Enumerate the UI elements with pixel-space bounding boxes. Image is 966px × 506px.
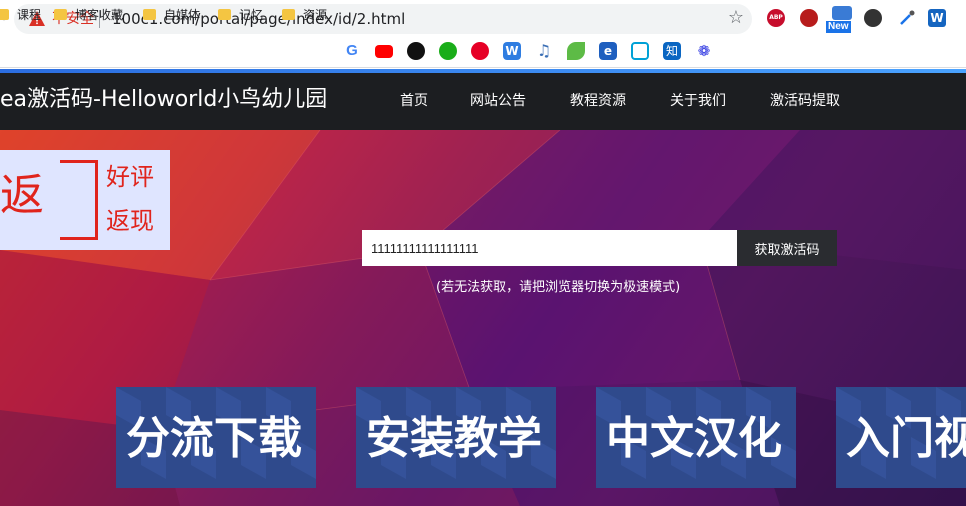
bookmark-folder-memory[interactable]: 记忆 xyxy=(218,6,263,24)
tile-label: 中文汉化 xyxy=(606,413,782,464)
badge-return-char: 返 xyxy=(0,170,44,221)
youtube-icon[interactable] xyxy=(375,45,393,58)
screen-capture-icon[interactable] xyxy=(832,6,852,20)
google-icon[interactable]: G xyxy=(343,42,361,60)
tile-chinese-localization[interactable]: 中文汉化 xyxy=(596,387,796,488)
leaf-icon[interactable] xyxy=(567,42,585,60)
tile-label: 安装教学 xyxy=(366,413,542,464)
bookmark-folder-course[interactable]: 课程 xyxy=(0,6,41,24)
wechat-icon[interactable] xyxy=(439,42,457,60)
bookmark-folder-resources[interactable]: 资源 xyxy=(282,6,327,24)
incognito-mask-icon[interactable] xyxy=(864,9,882,27)
badge-line1: 好评 xyxy=(106,163,154,191)
badge-ticket-frame xyxy=(60,160,98,240)
tile-install-tutorial[interactable]: 安装教学 xyxy=(356,387,556,488)
netease-music-icon[interactable] xyxy=(471,42,489,60)
nav-get-code[interactable]: 激活码提取 xyxy=(770,91,840,111)
edge-icon[interactable]: e xyxy=(599,42,617,60)
bookmark-star-icon[interactable]: ☆ xyxy=(726,8,746,28)
tile-intro-video[interactable]: 入门视 xyxy=(836,387,966,488)
site-title[interactable]: ea激活码-Helloworld小鸟幼儿园 xyxy=(0,83,327,117)
nav-tutorials[interactable]: 教程资源 xyxy=(570,91,626,111)
activation-code-input[interactable] xyxy=(362,230,737,266)
folder-icon xyxy=(218,9,231,20)
tile-label: 分流下载 xyxy=(126,413,302,464)
folder-icon xyxy=(143,9,156,20)
bookmark-label: 课程 xyxy=(17,8,42,22)
adblock-plus-icon[interactable]: ABP xyxy=(767,9,785,27)
folder-icon xyxy=(282,9,295,20)
folder-icon xyxy=(54,9,67,20)
bilibili-icon[interactable] xyxy=(631,42,649,60)
bookmark-label: 自媒体 xyxy=(164,8,201,22)
badge-line2: 返现 xyxy=(106,207,154,235)
bookmark-label: 记忆 xyxy=(239,8,264,22)
nav-home[interactable]: 首页 xyxy=(400,91,428,111)
tile-label: 入门视 xyxy=(846,413,966,464)
folder-icon xyxy=(0,9,9,20)
tile-download[interactable]: 分流下载 xyxy=(116,387,316,488)
bookmark-folder-media[interactable]: 自媒体 xyxy=(143,6,200,24)
zhihu-icon[interactable]: 知 xyxy=(663,42,681,60)
bookmark-folder-blog[interactable]: 博客收藏 xyxy=(54,6,123,24)
eyedropper-icon[interactable] xyxy=(898,9,916,27)
bookmark-label: 资源 xyxy=(303,8,328,22)
nav-announcements[interactable]: 网站公告 xyxy=(470,91,526,111)
nav-about[interactable]: 关于我们 xyxy=(670,91,726,111)
github-icon[interactable] xyxy=(407,42,425,60)
w-extension-icon[interactable]: W xyxy=(928,9,946,27)
music-note-icon[interactable]: ♫ xyxy=(535,42,553,60)
new-badge: New xyxy=(826,21,851,33)
get-activation-code-button[interactable]: 获取激活码 xyxy=(737,230,837,266)
w-app-icon[interactable]: W xyxy=(503,42,521,60)
site-navbar: ea激活码-Helloworld小鸟幼儿园 首页 网站公告 教程资源 关于我们 … xyxy=(0,73,966,130)
baidu-paw-icon[interactable]: ❁ xyxy=(695,42,713,60)
mute-tab-icon[interactable] xyxy=(800,9,818,27)
bookmark-label: 博客收藏 xyxy=(75,8,124,22)
browser-mode-hint: (若无法获取，请把浏览器切换为极速模式) xyxy=(436,280,681,295)
